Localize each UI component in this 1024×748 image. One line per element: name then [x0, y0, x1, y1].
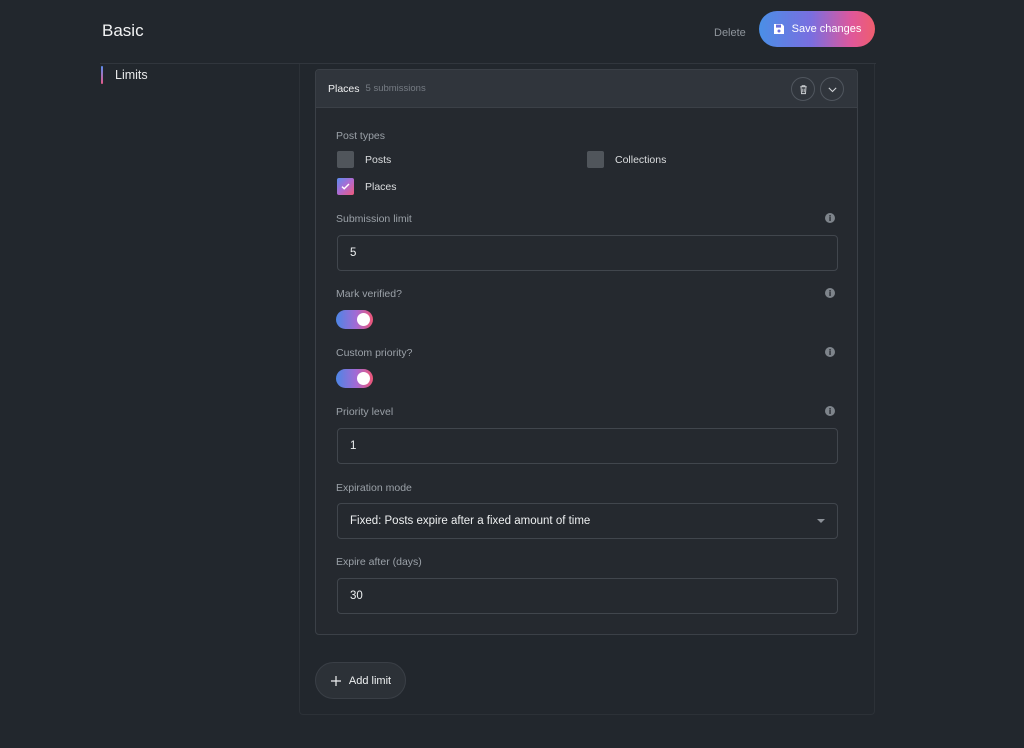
- card-header[interactable]: Places 5 submissions: [316, 70, 857, 108]
- custom-priority-toggle[interactable]: [336, 369, 373, 388]
- submission-limit-label: Submission limit: [336, 213, 412, 225]
- check-icon: [341, 183, 350, 190]
- toggle-knob: [357, 313, 370, 326]
- collapse-button[interactable]: [820, 77, 844, 101]
- expiration-mode-value: Fixed: Posts expire after a fixed amount…: [350, 515, 591, 527]
- save-changes-button[interactable]: Save changes: [759, 11, 875, 47]
- sidebar-item-label: Limits: [115, 68, 148, 82]
- post-types-label: Post types: [336, 130, 386, 142]
- mark-verified-label: Mark verified?: [336, 288, 402, 300]
- card-title: Places: [328, 82, 360, 95]
- checkbox-label: Places: [365, 180, 397, 193]
- add-limit-label: Add limit: [348, 674, 392, 687]
- checkbox-label: Collections: [615, 153, 667, 166]
- info-icon[interactable]: i: [825, 347, 835, 357]
- checkbox-label: Posts: [365, 153, 392, 166]
- save-icon: [773, 24, 784, 34]
- checkbox-places[interactable]: Places: [337, 178, 397, 195]
- checkbox-collections[interactable]: Collections: [587, 151, 666, 168]
- priority-level-input[interactable]: 1: [337, 428, 838, 464]
- checkbox-box-checked: [337, 178, 354, 195]
- chevron-down-icon: [827, 86, 837, 92]
- plus-icon: [330, 675, 341, 686]
- expiration-mode-label: Expiration mode: [336, 482, 412, 494]
- sidebar-active-marker: [101, 66, 103, 84]
- info-icon[interactable]: i: [825, 288, 835, 298]
- sidebar-item-limits[interactable]: Limits: [101, 66, 148, 84]
- expire-after-label: Expire after (days): [336, 556, 422, 568]
- submission-limit-input[interactable]: 5: [337, 235, 838, 271]
- caret-down-icon: [817, 519, 825, 523]
- delete-link[interactable]: Delete: [714, 27, 746, 39]
- delete-limit-button[interactable]: [791, 77, 815, 101]
- page-title: Basic: [102, 21, 144, 40]
- submission-count: 5 submissions: [365, 83, 426, 94]
- limit-card: Places 5 submissions Post types Posts Co…: [315, 69, 858, 635]
- add-limit-button[interactable]: Add limit: [315, 662, 406, 699]
- page: Basic Delete Save changes Limits Places …: [0, 0, 1024, 748]
- checkbox-box: [337, 151, 354, 168]
- priority-level-label: Priority level: [336, 406, 394, 418]
- checkbox-posts[interactable]: Posts: [337, 151, 391, 168]
- mark-verified-toggle[interactable]: [336, 310, 373, 329]
- info-icon[interactable]: i: [825, 213, 835, 223]
- checkbox-box: [587, 151, 604, 168]
- trash-icon: [799, 84, 807, 94]
- expiration-mode-select[interactable]: Fixed: Posts expire after a fixed amount…: [337, 503, 838, 539]
- save-changes-label: Save changes: [791, 23, 862, 35]
- info-icon[interactable]: i: [825, 406, 835, 416]
- custom-priority-label: Custom priority?: [336, 347, 413, 359]
- expire-after-input[interactable]: 30: [337, 578, 838, 614]
- toggle-knob: [357, 372, 370, 385]
